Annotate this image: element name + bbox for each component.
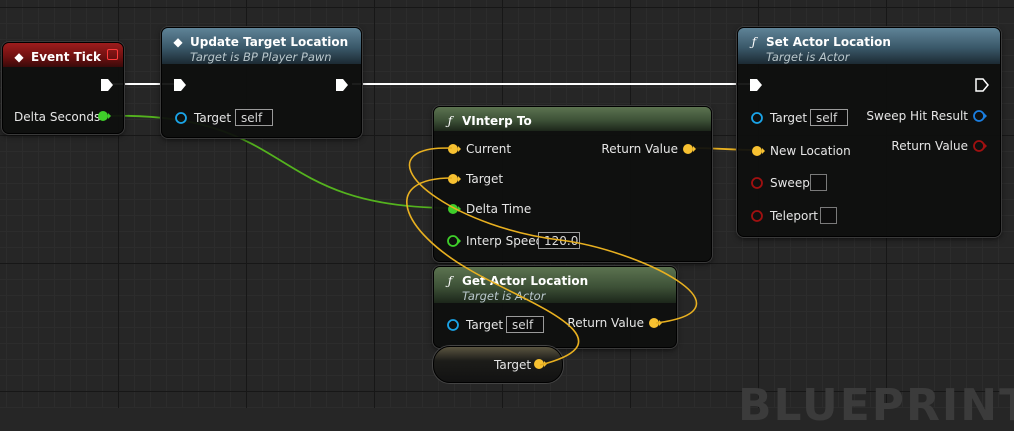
get-actor-location-subtitle: Target is Actor (462, 289, 546, 303)
sweep-hit-result-label: Sweep Hit Result (866, 109, 968, 123)
exec-out-pin-icon[interactable] (99, 77, 115, 93)
get-actor-location-node[interactable]: ƒ Get Actor Location Target is Actor Targ… (433, 266, 677, 348)
update-target-location-subtitle: Target is BP Player Pawn (190, 50, 332, 64)
target-label: Target (466, 318, 504, 332)
event-tick-header[interactable]: ◆ Event Tick (3, 43, 123, 67)
set-actor-location-subtitle: Target is Actor (766, 50, 850, 64)
set-actor-location-node[interactable]: ƒ Set Actor Location Target is Actor Targ… (737, 27, 1001, 237)
vector-pin-icon[interactable] (532, 357, 550, 373)
vector-pin-icon[interactable] (750, 144, 768, 160)
sweep-label: Sweep (770, 176, 810, 190)
vinterp-to-header[interactable]: ƒ VInterp To (434, 107, 711, 131)
target-self-field[interactable]: self (506, 316, 544, 333)
float-pin-icon[interactable] (446, 234, 464, 250)
event-tick-node[interactable]: ◆ Event Tick Delta Seconds (2, 42, 124, 134)
vector-pin-icon[interactable] (681, 142, 699, 158)
target-self-field[interactable]: self (235, 109, 273, 126)
vector-pin-icon[interactable] (446, 142, 464, 158)
function-icon: ƒ (447, 114, 453, 128)
target-label: Target (770, 111, 808, 125)
set-actor-location-title: Set Actor Location (766, 35, 891, 49)
vector-pin-icon[interactable] (647, 316, 665, 332)
current-label: Current (466, 142, 512, 156)
update-target-location-header[interactable]: ◆ Update Target Location Target is BP Pla… (162, 28, 361, 64)
bool-pin-icon[interactable] (750, 209, 766, 225)
object-pin-icon[interactable] (446, 318, 462, 334)
bool-pin-icon[interactable] (972, 139, 990, 155)
get-actor-location-title: Get Actor Location (462, 274, 589, 288)
interp-speed-label: Interp Speed (466, 234, 544, 248)
function-icon: ƒ (447, 274, 453, 288)
delta-time-label: Delta Time (466, 202, 532, 216)
teleport-checkbox[interactable] (820, 207, 837, 224)
update-target-location-title: Update Target Location (190, 35, 349, 49)
exec-out-pin-icon[interactable] (334, 77, 350, 93)
float-pin-icon[interactable] (96, 109, 112, 125)
vinterp-to-title: VInterp To (462, 114, 532, 128)
target-label: Target (194, 111, 232, 125)
return-value-label: Return Value (601, 142, 678, 156)
object-pin-icon[interactable] (750, 111, 766, 127)
return-value-label: Return Value (891, 139, 968, 153)
struct-pin-icon[interactable] (972, 109, 990, 125)
exec-in-pin-icon[interactable] (748, 77, 764, 93)
teleport-label: Teleport (770, 209, 818, 223)
target-variable-label: Target (494, 358, 532, 372)
interp-speed-field[interactable]: 120.0 (538, 232, 580, 249)
target-self-field[interactable]: self (810, 109, 848, 126)
vinterp-to-node[interactable]: ƒ VInterp To Current Return Value Target … (433, 106, 712, 262)
event-tick-title: Event Tick (31, 50, 102, 64)
update-target-location-node[interactable]: ◆ Update Target Location Target is BP Pla… (161, 27, 362, 138)
object-pin-icon[interactable] (174, 111, 190, 127)
target-variable-node[interactable]: Target (433, 346, 563, 383)
exec-in-pin-icon[interactable] (172, 77, 188, 93)
bool-pin-icon[interactable] (750, 176, 766, 192)
float-pin-icon[interactable] (446, 202, 464, 218)
delta-seconds-label: Delta Seconds (14, 110, 101, 124)
function-icon: ƒ (751, 35, 757, 49)
return-value-label: Return Value (567, 316, 644, 330)
stop-icon[interactable] (107, 49, 118, 60)
target-label: Target (466, 172, 504, 186)
get-actor-location-header[interactable]: ƒ Get Actor Location Target is Actor (434, 267, 676, 303)
sweep-checkbox[interactable] (810, 174, 827, 191)
vector-pin-icon[interactable] (446, 172, 464, 188)
set-actor-location-header[interactable]: ƒ Set Actor Location Target is Actor (738, 28, 1000, 64)
new-location-label: New Location (770, 144, 851, 158)
event-diamond-icon: ◆ (14, 50, 24, 64)
event-diamond-icon: ◆ (173, 35, 183, 49)
exec-out-pin-icon[interactable] (974, 77, 990, 93)
